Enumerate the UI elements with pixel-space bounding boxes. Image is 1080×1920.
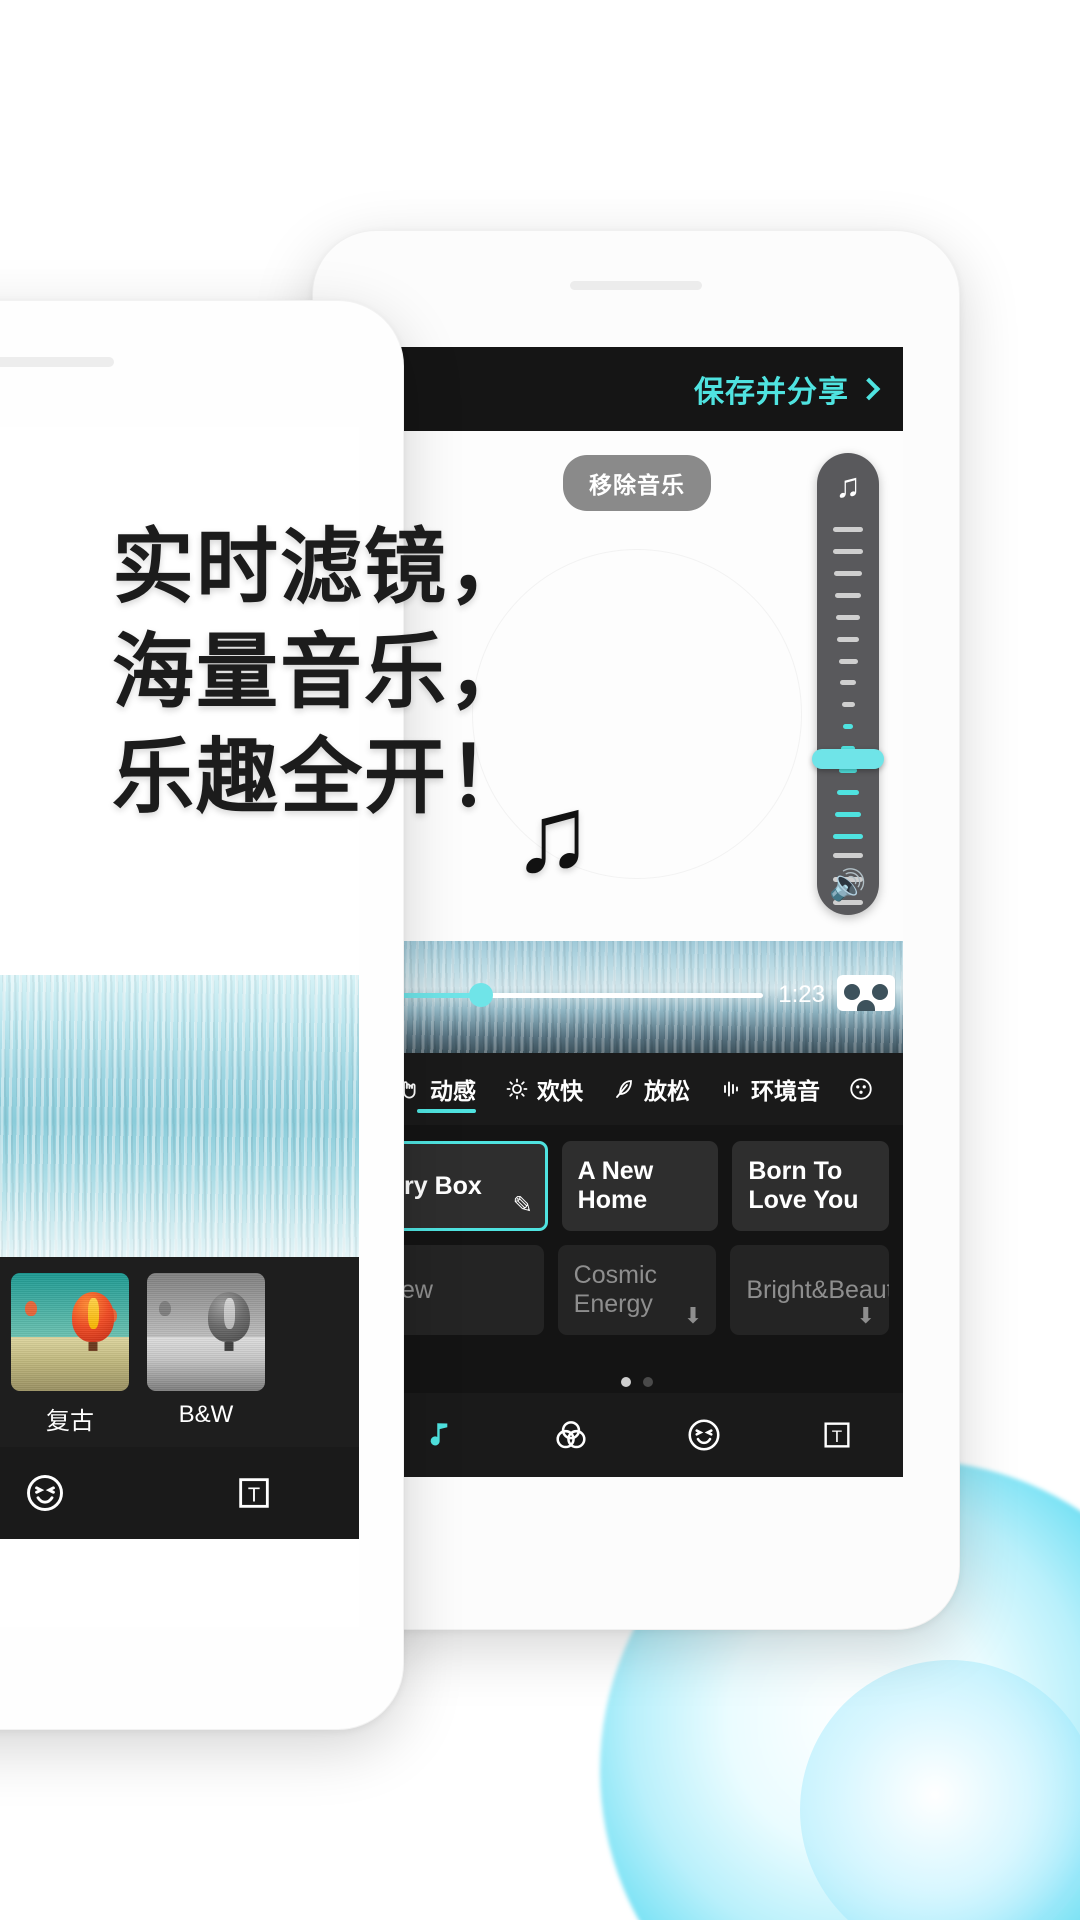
speaker-icon: 🔊 [829,869,867,902]
track-card[interactable]: Cosmic Energy ⬇ [557,1245,717,1335]
download-icon[interactable]: ⬇ [684,1303,702,1329]
track-card[interactable]: ew [385,1245,544,1335]
filter-item-vintage[interactable]: 复古 [11,1273,129,1436]
headline-line-2: 海量音乐， [112,626,533,718]
chevron-right-icon [857,377,881,401]
slider-tick [833,548,863,554]
thumb-grain [11,1273,129,1391]
track-card-selected[interactable]: ry Box ✎ [385,1141,548,1231]
slider-tick [841,702,855,708]
phone-speaker-grille [570,281,702,290]
sound-bars-icon [718,1076,744,1102]
music-category-tabs: 动感 欢快 放松 环境音 [371,1053,903,1125]
tab-label: 环境音 [751,1078,820,1104]
slider-tick [833,853,863,858]
phone-mockup-back: 保存并分享 移除音乐 ♫ 🔊 1:23 动感 欢快 放松 环境音 ry Box … [312,230,960,1630]
tab-active-underline [417,1109,476,1113]
track-title: ew [401,1275,433,1304]
tab-label: 动感 [430,1078,476,1104]
track-card[interactable]: Born To Love You [732,1141,890,1231]
timeline-knob[interactable] [469,983,493,1007]
track-title: Bright&Beautiful [746,1275,890,1304]
track-title: Cosmic Energy [573,1261,658,1318]
svg-text:T: T [831,1427,841,1446]
vr-cardboard-icon[interactable] [837,975,895,1011]
phone-mockup-front: Lomo 复古 [0,300,404,1730]
more-circle-icon [848,1076,874,1102]
music-track-list: ry Box ✎ A New Home Born To Love You ew … [371,1125,903,1393]
music-note-icon[interactable] [416,1413,460,1457]
slider-tick-active [837,790,859,796]
vr-nose-notch [857,1000,875,1011]
headline-line-3: 乐趣全开！ [112,731,533,823]
video-timeline[interactable]: 1:23 [371,975,903,1011]
track-title: Born To Love You [748,1157,859,1214]
text-tool-icon[interactable]: T [232,1471,276,1515]
page-title: 实时滤镜， 海量音乐， 乐趣全开！ [112,516,532,831]
video-duration-label: 1:23 [778,981,825,1008]
slider-tick [834,570,862,576]
slider-tick-active [843,724,853,730]
track-card[interactable]: A New Home [561,1141,719,1231]
leaf-icon [611,1076,637,1102]
sticker-face-icon[interactable] [682,1413,726,1457]
filter-carousel: Lomo 复古 [0,1257,359,1447]
tab-label: 放松 [644,1078,690,1104]
sun-icon [504,1076,530,1102]
page-dot-active[interactable] [621,1377,631,1387]
slider-tick-active [835,811,861,817]
track-title: ry Box [404,1171,482,1200]
filter-thumbnail [11,1273,129,1391]
filters-circles-icon[interactable] [549,1413,593,1457]
slider-tick [840,680,856,686]
tab-fangsong[interactable]: 放松 [597,1053,704,1125]
tab-label: 欢快 [537,1078,583,1104]
music-note-icon: ♫ [835,467,861,505]
thumb-grain [147,1273,265,1391]
svg-text:T: T [248,1484,260,1506]
text-tool-icon[interactable]: T [815,1413,859,1457]
video-preview-strip: 1:23 [371,941,903,1053]
filter-label: 复古 [46,1408,94,1435]
ocean-texture [0,975,359,1257]
remove-music-button[interactable]: 移除音乐 [563,455,711,511]
track-row: ry Box ✎ A New Home Born To Love You [385,1141,890,1231]
track-row: ew Cosmic Energy ⬇ Bright&Beautiful ⬇ [385,1245,890,1335]
slider-tick [837,636,859,642]
volume-slider[interactable]: ♫ 🔊 [812,453,884,915]
slider-tick-active [833,833,863,839]
camera-preview [0,975,359,1257]
tab-huanjingyin[interactable]: 环境音 [704,1053,834,1125]
filter-thumbnail [147,1273,265,1391]
volume-slider-thumb[interactable] [812,749,884,769]
track-title: A New Home [577,1157,654,1214]
sticker-face-icon[interactable] [23,1471,67,1515]
pagination-dots [371,1377,903,1387]
phone-speaker-grille [0,357,114,367]
volume-slider-ticks [817,527,879,839]
pencil-icon[interactable]: ✎ [513,1191,533,1220]
music-note-decor-icon: ♫ [512,773,593,894]
editor-bottom-toolbar: T [371,1393,903,1477]
slider-tick [838,658,858,664]
headline-line-1: 实时滤镜， [112,522,533,613]
download-icon[interactable]: ⬇ [857,1303,875,1329]
save-and-share-label: 保存并分享 [694,376,849,409]
vr-lens-left [844,984,860,1000]
slider-tick [836,614,860,620]
filter-label: B&W [178,1401,234,1428]
vr-lens-right [872,984,888,1000]
slider-tick [835,592,861,598]
save-and-share-button[interactable]: 保存并分享 [694,367,881,411]
slider-tick [833,527,863,532]
filter-item-bw[interactable]: B&W [147,1273,265,1429]
tab-huankuai[interactable]: 欢快 [490,1053,597,1125]
tab-more[interactable] [834,1053,895,1125]
editor-top-bar: 保存并分享 [371,347,903,431]
track-card[interactable]: Bright&Beautiful ⬇ [730,1245,890,1335]
page-dot[interactable] [643,1377,653,1387]
filter-bottom-toolbar: T [0,1447,359,1539]
